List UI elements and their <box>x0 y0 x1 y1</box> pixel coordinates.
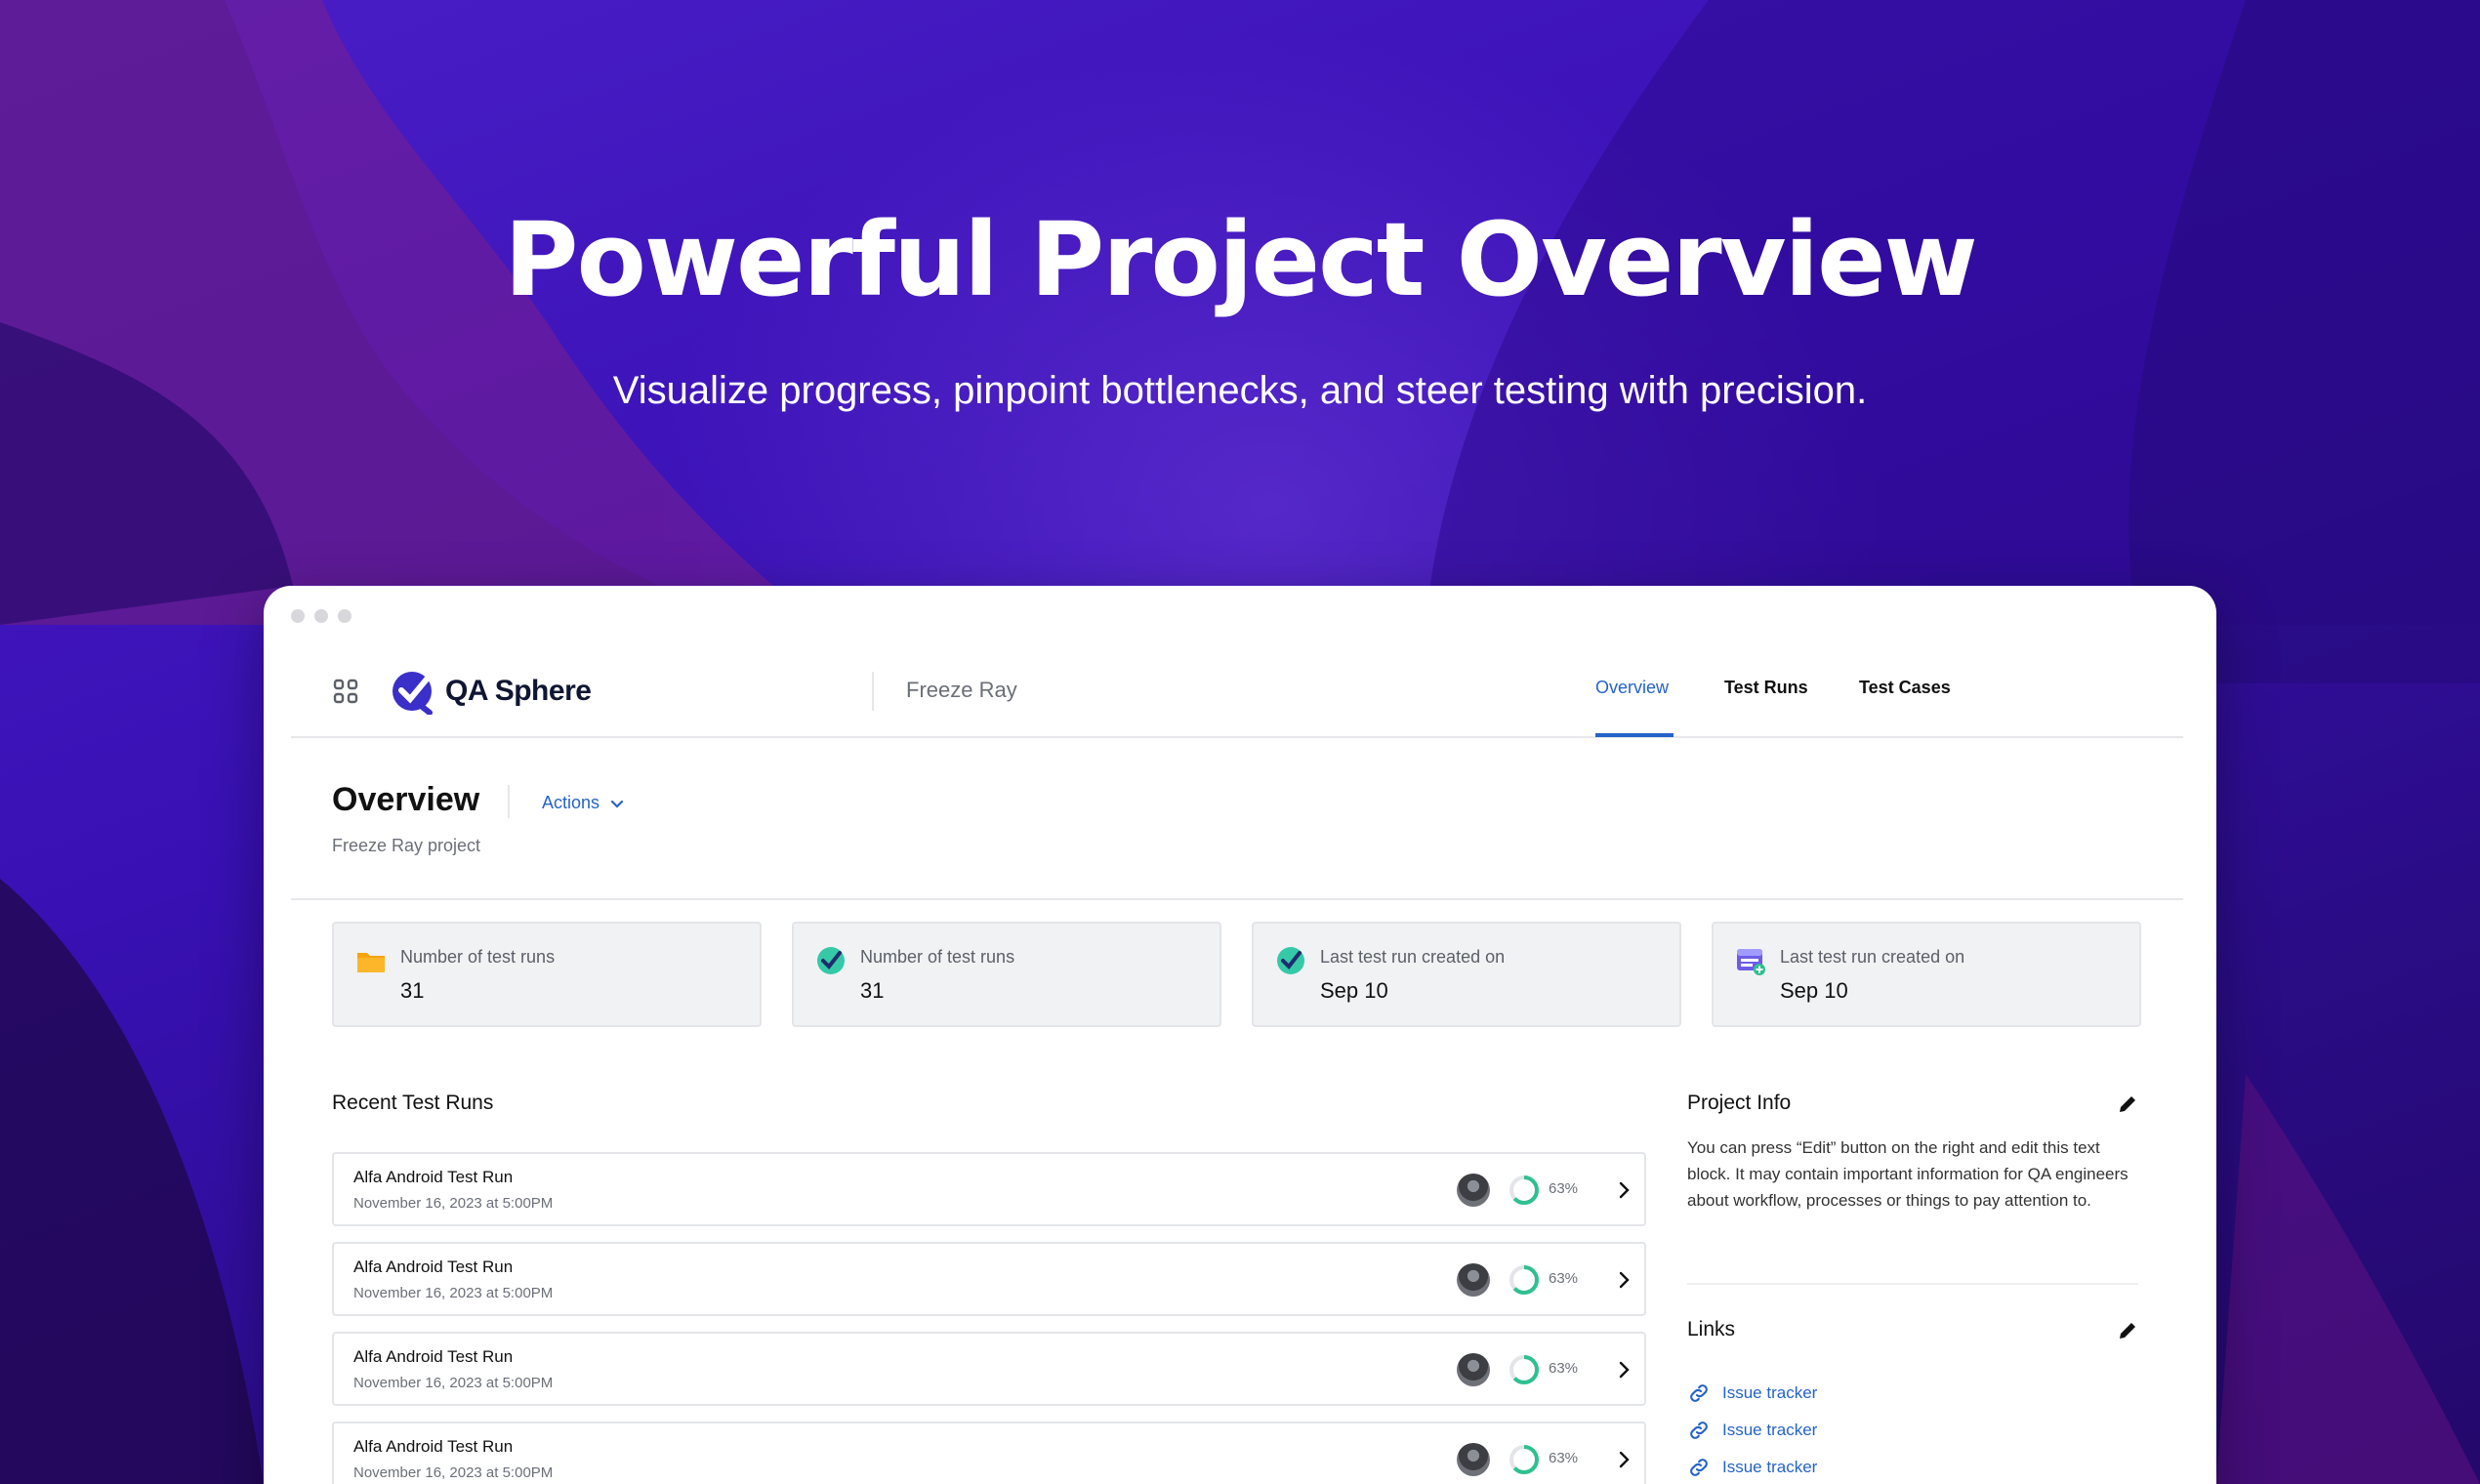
assignee-avatar <box>1457 1443 1490 1476</box>
divider <box>872 672 874 711</box>
app-name: QA Sphere <box>445 675 592 707</box>
test-run-row[interactable]: Alfa Android Test Run November 16, 2023 … <box>332 1422 1646 1484</box>
test-run-title: Alfa Android Test Run <box>353 1168 514 1186</box>
progress-percent: 63% <box>1549 1450 1579 1466</box>
stat-value: 31 <box>400 978 425 1003</box>
active-tab-indicator <box>1595 733 1674 737</box>
divider <box>508 785 510 818</box>
divider <box>291 898 2183 900</box>
actions-dropdown[interactable]: Actions <box>542 793 625 813</box>
project-info-heading: Project Info <box>1687 1092 1792 1114</box>
stat-card: Last test run created on Sep 10 <box>1252 922 1681 1027</box>
progress-ring-icon <box>1509 1175 1539 1205</box>
stat-value: Sep 10 <box>1780 978 1848 1003</box>
project-name[interactable]: Freeze Ray <box>906 678 1017 703</box>
folder-icon <box>357 953 385 972</box>
link-icon <box>1690 1459 1708 1476</box>
test-run-date: November 16, 2023 at 5:00PM <box>353 1285 554 1301</box>
app-window: QA Sphere Freeze Ray Overview Test Runs … <box>264 586 2216 1484</box>
progress-percent: 63% <box>1549 1180 1579 1197</box>
calendar-add-icon <box>1737 949 1765 975</box>
link-label: Issue tracker <box>1722 1383 1818 1402</box>
progress-ring-icon <box>1509 1265 1539 1295</box>
test-run-row[interactable]: Alfa Android Test Run November 16, 2023 … <box>332 1242 1646 1316</box>
link-item[interactable]: Issue tracker <box>1687 1381 1817 1405</box>
link-item[interactable]: Issue tracker <box>1687 1419 1817 1442</box>
link-label: Issue tracker <box>1722 1421 1818 1439</box>
chevron-right-icon[interactable] <box>1613 1449 1634 1470</box>
test-run-title: Alfa Android Test Run <box>353 1347 514 1366</box>
test-run-title: Alfa Android Test Run <box>353 1437 514 1456</box>
tab-overview[interactable]: Overview <box>1595 678 1669 698</box>
stat-value: 31 <box>860 978 885 1003</box>
pencil-icon[interactable] <box>2117 1320 2138 1341</box>
progress-ring-icon <box>1509 1355 1539 1384</box>
stat-label: Number of test runs <box>400 947 556 967</box>
stat-card: Number of test runs 31 <box>332 922 762 1027</box>
page-subtitle: Freeze Ray project <box>332 836 481 855</box>
apps-grid-icon[interactable] <box>332 678 359 705</box>
hero-subtitle: Visualize progress, pinpoint bottlenecks… <box>612 369 1868 412</box>
test-run-row[interactable]: Alfa Android Test Run November 16, 2023 … <box>332 1152 1646 1226</box>
qa-sphere-logo-icon <box>393 672 433 715</box>
app-logo[interactable]: QA Sphere <box>391 668 592 715</box>
stat-label: Last test run created on <box>1320 947 1506 967</box>
test-run-date: November 16, 2023 at 5:00PM <box>353 1375 554 1391</box>
window-dot[interactable] <box>314 609 328 623</box>
test-run-row[interactable]: Alfa Android Test Run November 16, 2023 … <box>332 1332 1646 1406</box>
chevron-down-icon <box>610 800 624 808</box>
actions-label: Actions <box>542 793 600 812</box>
chevron-right-icon[interactable] <box>1613 1179 1634 1201</box>
check-badge-icon <box>817 947 845 974</box>
page-title: Overview <box>332 781 480 818</box>
link-icon <box>1690 1384 1708 1402</box>
window-dot[interactable] <box>291 609 305 623</box>
assignee-avatar <box>1457 1263 1490 1297</box>
tab-test-cases[interactable]: Test Cases <box>1859 678 1951 698</box>
chevron-right-icon[interactable] <box>1613 1359 1634 1381</box>
top-navigation: QA Sphere Freeze Ray Overview Test Runs … <box>291 664 2183 738</box>
chevron-right-icon[interactable] <box>1613 1269 1634 1291</box>
link-label: Issue tracker <box>1722 1458 1818 1476</box>
stat-card: Last test run created on Sep 10 <box>1712 922 2141 1027</box>
window-controls <box>291 609 351 623</box>
test-run-date: November 16, 2023 at 5:00PM <box>353 1195 554 1212</box>
pencil-icon[interactable] <box>2117 1093 2138 1115</box>
hero-title: Powerful Project Overview <box>504 200 1978 319</box>
test-run-date: November 16, 2023 at 5:00PM <box>353 1464 554 1481</box>
progress-ring-icon <box>1509 1445 1539 1474</box>
stat-value: Sep 10 <box>1320 978 1388 1003</box>
tab-test-runs[interactable]: Test Runs <box>1724 678 1808 698</box>
links-heading: Links <box>1687 1318 1736 1340</box>
progress-percent: 63% <box>1549 1360 1579 1377</box>
stat-label: Number of test runs <box>860 947 1015 967</box>
recent-test-runs-heading: Recent Test Runs <box>332 1092 494 1114</box>
test-run-title: Alfa Android Test Run <box>353 1257 514 1276</box>
divider <box>1687 1283 2138 1285</box>
stat-card: Number of test runs 31 <box>792 922 1221 1027</box>
check-badge-icon <box>1277 947 1304 974</box>
stat-label: Last test run created on <box>1780 947 1965 967</box>
progress-percent: 63% <box>1549 1270 1579 1287</box>
link-icon <box>1690 1422 1708 1439</box>
window-dot[interactable] <box>338 609 351 623</box>
assignee-avatar <box>1457 1353 1490 1386</box>
project-info-text: You can press “Edit” button on the right… <box>1687 1138 2129 1210</box>
assignee-avatar <box>1457 1174 1490 1207</box>
link-item[interactable]: Issue tracker <box>1687 1456 1817 1479</box>
